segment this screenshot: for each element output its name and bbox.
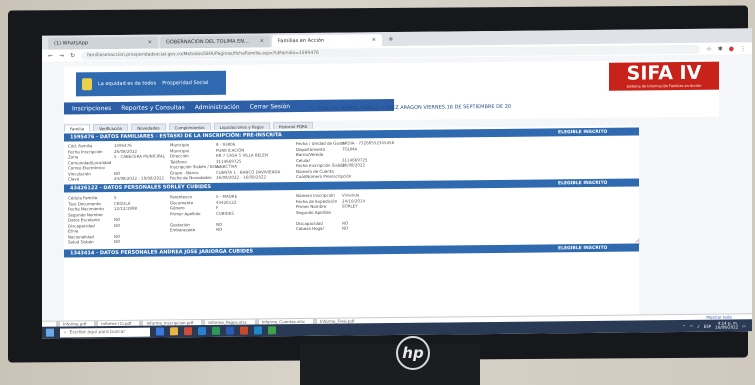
volume-icon[interactable]: ♪ <box>697 323 700 328</box>
hand-cursor-icon: ☝ <box>635 237 640 247</box>
close-tab-icon[interactable]: ✕ <box>260 38 264 44</box>
close-tab-icon[interactable]: ✕ <box>148 40 152 46</box>
word-icon[interactable] <box>226 326 234 335</box>
nav-reportes[interactable]: Reportes y Consultas <box>121 104 185 112</box>
clock[interactable]: 4:14 p. m. 16/09/2022 <box>715 320 738 330</box>
extensions-icon[interactable]: ✱ <box>718 45 723 52</box>
outlook-icon[interactable] <box>254 326 262 335</box>
star-icon[interactable]: ☆ <box>706 45 711 52</box>
edge-icon[interactable] <box>198 327 206 336</box>
government-logo: La equidad es de todos Prosperidad Socia… <box>76 70 226 97</box>
chrome-icon[interactable] <box>184 327 192 336</box>
eligibility-column: ELEGIBLE INSCRITO ELEGIBLE INSCRITO ELEG… <box>554 125 639 317</box>
shield-icon <box>82 78 92 91</box>
eligibility-status-1: ELEGIBLE INSCRITO <box>554 127 639 137</box>
notifications-icon[interactable]: ▭ <box>742 323 746 328</box>
nav-cerrar-sesion[interactable]: Cerrar Sesión <box>250 103 291 110</box>
nav-administracion[interactable]: Administración <box>195 103 240 110</box>
hp-logo: hp <box>396 336 430 370</box>
forward-icon[interactable]: → <box>59 52 64 59</box>
excel-icon[interactable] <box>212 326 220 335</box>
windows-start-icon[interactable] <box>46 328 54 337</box>
monitor-stand <box>300 344 480 385</box>
chevron-up-icon[interactable]: ⌃ <box>682 323 685 328</box>
family-content: 1595476 - DATOS FAMILIARES - ESTASKI DE … <box>64 126 554 322</box>
panel-persona-1-grid: Cédula Familia 5 Parentesco 5 - MADRE Número… <box>68 192 365 245</box>
panel-title-persona-2: 1343414 - DATOS PERSONALES ANDREA JOSE J… <box>64 244 554 258</box>
back-icon[interactable]: ← <box>48 52 53 59</box>
taskbar-search[interactable]: ⌕ Escribe aquí para buscar <box>60 327 150 338</box>
site-header: La equidad es de todos Prosperidad Socia… <box>64 59 719 124</box>
language-indicator[interactable]: ESP <box>704 323 711 328</box>
menu-icon[interactable]: ⋮ <box>740 45 746 52</box>
close-tab-icon[interactable]: ✕ <box>372 37 376 43</box>
web-page: La equidad es de todos Prosperidad Socia… <box>42 54 752 322</box>
user-info: Usuario: MARIA ANGELICA PAEZ ARAGON VIER… <box>319 103 512 112</box>
file-explorer-icon[interactable] <box>170 327 178 336</box>
powerpoint-icon[interactable] <box>240 326 248 335</box>
search-icon: ⌕ <box>64 330 67 336</box>
eligibility-status-3: ELEGIBLE INSCRITO <box>554 243 639 253</box>
new-tab-icon[interactable]: + <box>384 35 398 43</box>
screen: (1) WhatsApp ✕ GOBERNACION DEL TOLIMA EN.… <box>42 28 752 339</box>
system-tray: ⌃ ◠ ♪ ESP 4:14 p. m. 16/09/2022 ▭ <box>682 320 752 331</box>
wifi-icon[interactable]: ◠ <box>690 323 694 328</box>
task-view-icon[interactable] <box>156 327 164 336</box>
nav-inscripciones[interactable]: Inscripciones <box>72 104 111 111</box>
eligibility-status-2: ELEGIBLE INSCRITO <box>554 178 639 188</box>
sifa-logo: SIFA IV Sistema de Información Familias … <box>609 62 719 91</box>
panel-title-persona-1: 43426122 - DATOS PERSONALES SORLEY CUBID… <box>64 179 554 193</box>
whatsapp-icon[interactable] <box>268 326 276 335</box>
panel-title-familia: 1595476 - DATOS FAMILIARES - ESTASKI DE … <box>64 128 554 142</box>
reload-icon[interactable]: ↻ <box>70 52 75 59</box>
panel-familia-grid: Cód. Familia 1595476 Municipio 8 - 93806 Fec… <box>68 140 394 182</box>
profile-icon[interactable]: ● <box>729 45 734 52</box>
